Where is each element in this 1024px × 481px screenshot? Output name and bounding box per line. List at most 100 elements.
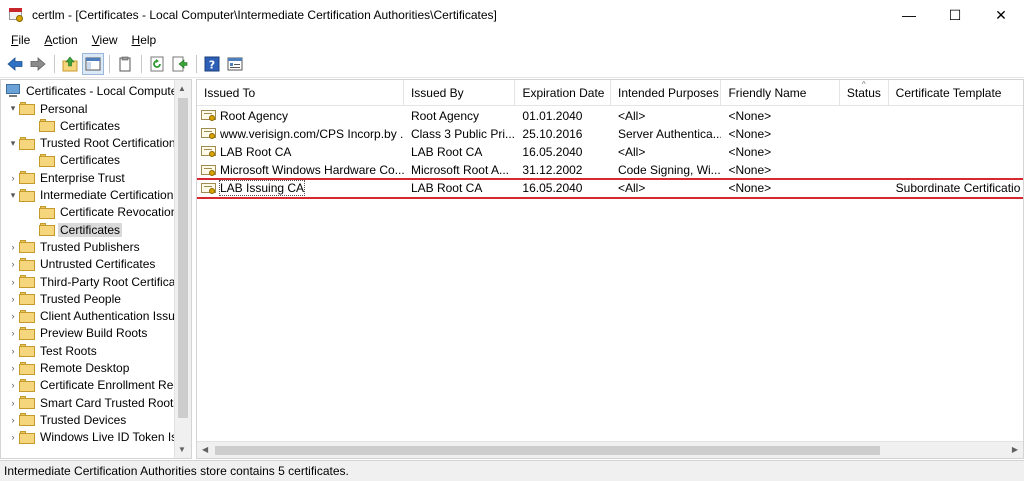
tree-item[interactable]: › Windows Live ID Token Iss [7, 429, 185, 446]
cell-text: <None> [728, 163, 772, 178]
scroll-left-arrow-icon[interactable]: ◀ [202, 445, 208, 454]
tree-root-item[interactable]: Certificates - Local Computer [5, 82, 183, 99]
scroll-right-arrow-icon[interactable]: ▶ [1012, 445, 1018, 454]
cell-text: Root Agency [410, 108, 479, 123]
tree-item[interactable]: › Client Authentication Issu [7, 308, 177, 325]
folder-icon [19, 430, 35, 444]
tree-vertical-scrollbar[interactable]: ▲ ▼ [174, 80, 191, 458]
cell-certificate-template: Subordinate Certificatio [889, 180, 1023, 197]
menu-help[interactable]: Help [125, 33, 164, 47]
certlm-app-icon[interactable] [8, 7, 24, 23]
console-tree[interactable]: Certificates - Local Computer ▾ Personal C… [0, 79, 192, 459]
tree-item[interactable]: ▾ Intermediate Certification [7, 187, 175, 204]
collapsed-chevron-icon[interactable]: › [7, 242, 19, 252]
cell-text: 16.05.2040 [522, 181, 583, 196]
table-row[interactable]: LAB Issuing CA LAB Root CA 16.05.2040 <All>… [197, 177, 1023, 199]
expanded-chevron-icon[interactable]: ▾ [7, 138, 19, 149]
column-issued-by[interactable]: Issued By [404, 80, 516, 106]
column-expiration-date[interactable]: Expiration Date [515, 80, 611, 106]
scroll-up-arrow-icon[interactable]: ▲ [178, 84, 186, 93]
tree-item[interactable]: › Trusted People [7, 290, 123, 307]
menu-action[interactable]: Action [37, 33, 84, 47]
collapsed-chevron-icon[interactable]: › [7, 363, 19, 373]
collapsed-chevron-icon[interactable]: › [7, 328, 19, 338]
tree-item-selected[interactable]: Certificates [25, 221, 123, 238]
tree-item[interactable]: ▾ Trusted Root Certification [7, 135, 178, 152]
certificate-icon [201, 145, 217, 158]
tree-item[interactable]: › Smart Card Trusted Roots [7, 394, 181, 411]
tree-item[interactable]: Certificates [25, 117, 122, 134]
tree-item[interactable]: › Trusted Devices [7, 411, 128, 428]
scroll-down-arrow-icon[interactable]: ▼ [178, 445, 186, 454]
tree-item[interactable]: › Trusted Publishers [7, 238, 142, 255]
tree-item[interactable]: › Test Roots [7, 342, 99, 359]
copy-button[interactable] [114, 53, 136, 75]
column-certificate-template[interactable]: Certificate Template [889, 80, 1023, 106]
cell-friendly-name: <None> [721, 180, 839, 197]
close-button[interactable]: ✕ [978, 0, 1024, 30]
status-bar: Intermediate Certification Authorities s… [0, 460, 1024, 481]
tree-item-label: Trusted People [40, 291, 121, 306]
cell-certificate-template [889, 107, 1023, 124]
tree-item[interactable]: › Untrusted Certificates [7, 256, 157, 273]
collapsed-chevron-icon[interactable]: › [7, 415, 19, 425]
folder-icon [19, 309, 35, 323]
tree-item[interactable]: › Remote Desktop [7, 360, 131, 377]
tree-item[interactable]: › Third-Party Root Certifica [7, 273, 177, 290]
column-friendly-name[interactable]: Friendly Name [721, 80, 840, 106]
back-button[interactable] [4, 53, 26, 75]
back-icon [7, 57, 23, 71]
expanded-chevron-icon[interactable]: ▾ [7, 103, 19, 114]
collapsed-chevron-icon[interactable]: › [7, 398, 19, 408]
scrollbar-thumb[interactable] [215, 446, 880, 455]
column-status[interactable]: ^ Status [840, 80, 889, 106]
column-issued-to[interactable]: Issued To [197, 80, 404, 106]
expanded-chevron-icon[interactable]: ▾ [7, 190, 19, 201]
toolbar-separator [54, 55, 55, 73]
tree-item[interactable]: ▾ Personal [7, 100, 89, 117]
folder-icon [19, 396, 35, 410]
certificate-icon [201, 182, 217, 195]
properties-button[interactable] [224, 53, 246, 75]
table-row[interactable]: Microsoft Windows Hardware Co... Microsof… [197, 162, 1023, 179]
up-one-level-button[interactable] [59, 53, 81, 75]
tree-item-label: Remote Desktop [40, 361, 130, 375]
tree-item[interactable]: Certificate Revocation [25, 204, 179, 221]
cell-text: <All> [617, 108, 646, 123]
tree-item[interactable]: › Certificate Enrollment Rec [7, 377, 181, 394]
cell-friendly-name: <None> [721, 143, 839, 160]
collapsed-chevron-icon[interactable]: › [7, 432, 19, 442]
forward-button[interactable] [27, 53, 49, 75]
collapsed-chevron-icon[interactable]: › [7, 311, 19, 321]
help-button[interactable]: ? [201, 53, 223, 75]
table-row[interactable]: Root Agency Root Agency 01.01.2040 <All> <No… [197, 107, 1023, 124]
table-row[interactable]: LAB Root CA LAB Root CA 16.05.2040 <All> <No… [197, 143, 1023, 160]
scrollbar-thumb[interactable] [178, 98, 188, 418]
cell-issued-by: Root Agency [404, 107, 515, 124]
menu-view[interactable]: View [85, 33, 125, 47]
cell-intended-purposes: Server Authentica... [611, 125, 721, 142]
column-intended-purposes[interactable]: Intended Purposes [611, 80, 722, 106]
tree-item[interactable]: Certificates [25, 152, 122, 169]
collapsed-chevron-icon[interactable]: › [7, 173, 19, 183]
cell-issued-by: Class 3 Public Pri... [404, 125, 515, 142]
collapsed-chevron-icon[interactable]: › [7, 346, 19, 356]
cell-expiration-date: 16.05.2040 [515, 180, 611, 197]
show-hide-console-tree-button[interactable] [82, 53, 104, 75]
maximize-button[interactable]: ☐ [932, 0, 978, 30]
minimize-button[interactable]: — [886, 0, 932, 30]
cell-text: 01.01.2040 [522, 108, 583, 123]
export-list-button[interactable] [169, 53, 191, 75]
menu-file[interactable]: File [4, 33, 37, 47]
list-horizontal-scrollbar[interactable]: ◀ ▶ [197, 441, 1023, 458]
collapsed-chevron-icon[interactable]: › [7, 259, 19, 269]
collapsed-chevron-icon[interactable]: › [7, 380, 19, 390]
tree-item[interactable]: › Enterprise Trust [7, 169, 127, 186]
tree-item[interactable]: › Preview Build Roots [7, 325, 149, 342]
certificate-list[interactable]: Issued To Issued By Expiration Date Inte… [196, 79, 1024, 459]
table-row[interactable]: www.verisign.com/CPS Incorp.by ... Class … [197, 125, 1023, 142]
refresh-button[interactable] [146, 53, 168, 75]
collapsed-chevron-icon[interactable]: › [7, 277, 19, 287]
collapsed-chevron-icon[interactable]: › [7, 294, 19, 304]
tree-item-label: Certificate Enrollment Rec [40, 378, 180, 393]
